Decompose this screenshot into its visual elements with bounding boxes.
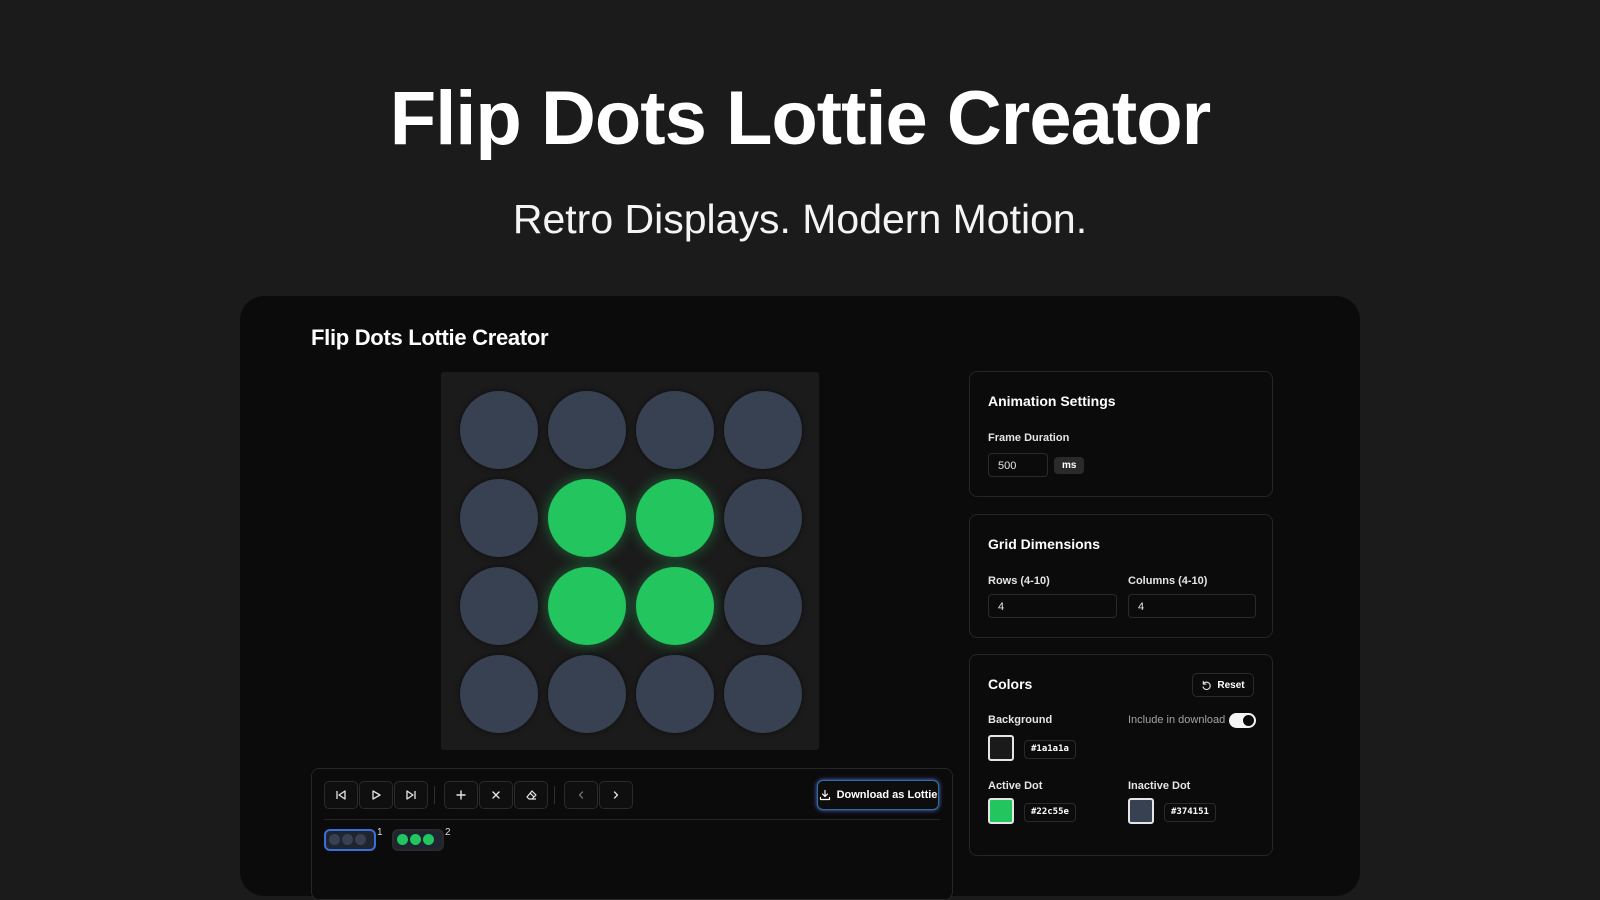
columns-label: Columns (4-10) [1128, 575, 1208, 587]
plus-icon [456, 790, 466, 800]
hero-title: Flip Dots Lottie Creator [389, 76, 1211, 161]
grid-dot[interactable] [636, 567, 714, 645]
download-icon [819, 789, 830, 801]
dot-grid-canvas [441, 372, 819, 750]
grid-dot[interactable] [636, 479, 714, 557]
inactive-dot-hex[interactable]: #374151 [1164, 803, 1216, 822]
frame-number: 1 [377, 827, 383, 838]
delete-frame-button[interactable] [479, 781, 513, 809]
background-hex[interactable]: #1a1a1a [1024, 740, 1076, 759]
clear-frame-button[interactable] [514, 781, 548, 809]
background-color-label: Background [988, 714, 1053, 726]
colors-title: Colors [988, 676, 1033, 692]
reset-label: Reset [1217, 679, 1245, 691]
grid-dimensions-title: Grid Dimensions [988, 536, 1101, 552]
frame-duration-label: Frame Duration [988, 432, 1070, 444]
download-label: Download as Lottie [836, 789, 938, 801]
toolbar-divider [324, 819, 940, 820]
skip-back-button[interactable] [324, 781, 358, 809]
active-dot-hex[interactable]: #22c55e [1024, 803, 1076, 822]
grid-dot[interactable] [548, 479, 626, 557]
eraser-icon [525, 790, 537, 800]
active-dot-color-swatch[interactable] [988, 798, 1014, 824]
add-frame-button[interactable] [444, 781, 478, 809]
grid-dot[interactable] [460, 567, 538, 645]
grid-dot[interactable] [724, 655, 802, 733]
frame-number: 2 [445, 827, 451, 838]
chevron-left-icon [578, 791, 584, 799]
frame-thumbnail-2[interactable] [392, 829, 444, 851]
frame-thumbnail-1[interactable] [324, 829, 376, 851]
hero-subtitle: Retro Displays. Modern Motion. [512, 196, 1088, 242]
inactive-dot-color-swatch[interactable] [1128, 798, 1154, 824]
background-color-swatch[interactable] [988, 735, 1014, 761]
dot-grid [460, 391, 802, 733]
toolbar-separator [434, 786, 435, 804]
grid-dot[interactable] [724, 479, 802, 557]
grid-dot[interactable] [460, 479, 538, 557]
download-lottie-button[interactable]: Download as Lottie [817, 780, 939, 810]
next-frame-button[interactable] [599, 781, 633, 809]
grid-dot[interactable] [460, 655, 538, 733]
colors-card: Colors Reset Background Include in downl… [969, 654, 1273, 856]
play-button[interactable] [359, 781, 393, 809]
active-dot-label: Active Dot [988, 780, 1043, 792]
app-window: Flip Dots Lottie Creator Download as Lot… [240, 296, 1360, 900]
app-title: Flip Dots Lottie Creator [311, 325, 549, 350]
grid-dot[interactable] [548, 655, 626, 733]
grid-dot[interactable] [724, 567, 802, 645]
columns-input[interactable]: 4 [1128, 594, 1256, 618]
include-background-toggle[interactable] [1229, 713, 1256, 728]
timeline-toolbar: Download as Lottie 1 2 [311, 768, 953, 900]
toolbar-separator [554, 786, 555, 804]
grid-dimensions-card: Grid Dimensions Rows (4-10) 4 Columns (4… [969, 514, 1273, 638]
animation-settings-title: Animation Settings [988, 393, 1116, 409]
chevron-right-icon [613, 791, 619, 799]
skip-back-icon [336, 790, 346, 800]
skip-forward-button[interactable] [394, 781, 428, 809]
grid-dot[interactable] [636, 391, 714, 469]
grid-dot[interactable] [460, 391, 538, 469]
grid-dot[interactable] [548, 567, 626, 645]
animation-settings-card: Animation Settings Frame Duration 500 ms [969, 371, 1273, 497]
grid-dot[interactable] [724, 391, 802, 469]
rows-label: Rows (4-10) [988, 575, 1050, 587]
inactive-dot-label: Inactive Dot [1128, 780, 1191, 792]
skip-forward-icon [406, 790, 416, 800]
duration-unit-badge: ms [1054, 457, 1085, 474]
play-icon [372, 790, 381, 800]
frame-duration-input[interactable]: 500 [988, 453, 1048, 477]
x-icon [492, 791, 500, 799]
previous-frame-button[interactable] [564, 781, 598, 809]
reset-colors-button[interactable]: Reset [1192, 673, 1254, 697]
grid-dot[interactable] [548, 391, 626, 469]
grid-dot[interactable] [636, 655, 714, 733]
toggle-knob [1243, 715, 1254, 726]
include-in-download-label: Include in download [1128, 714, 1226, 726]
rows-input[interactable]: 4 [988, 594, 1117, 618]
rotate-ccw-icon [1202, 680, 1212, 690]
